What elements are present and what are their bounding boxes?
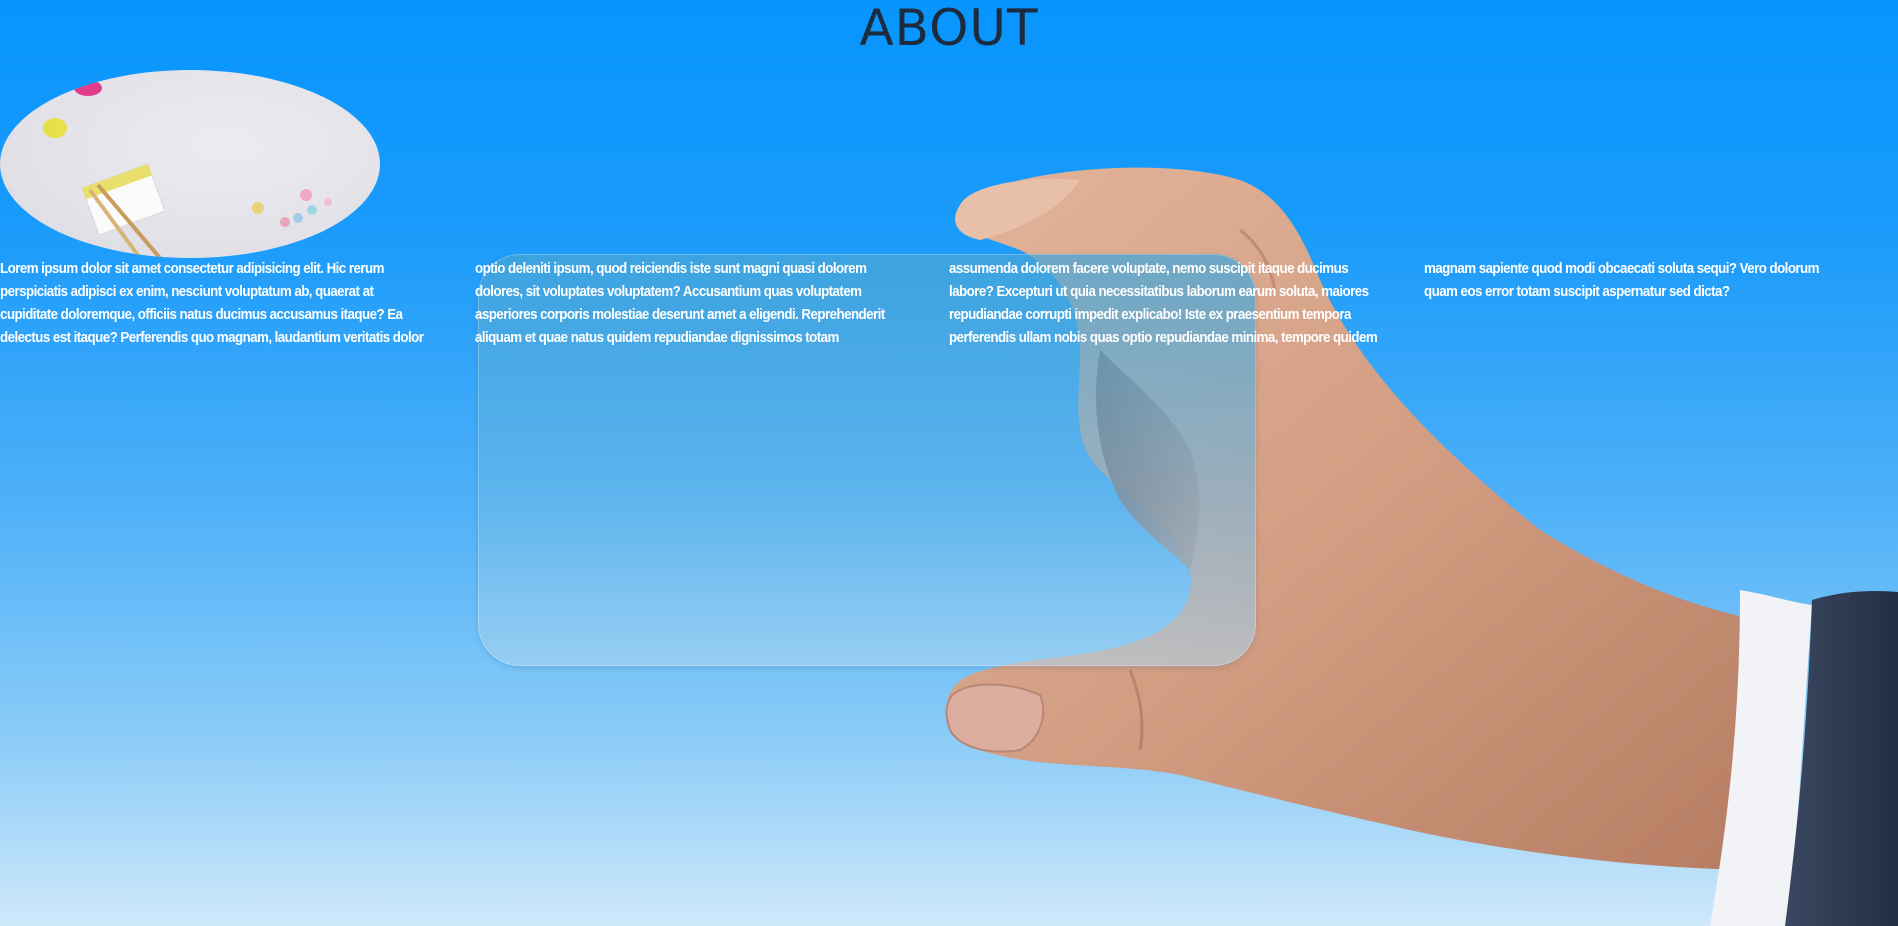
about-text-column-2: optio deleniti ipsum, quod reiciendis is… (474, 261, 885, 346)
page-title: ABOUT (859, 0, 1039, 57)
about-text-columns: Lorem ipsum dolor sit amet consectetur a… (0, 258, 1898, 350)
about-text-column-3: assumenda dolorem facere voluptate, nemo… (949, 261, 1378, 346)
about-text-column-4: magnam sapiente quod modi obcaecati solu… (1423, 261, 1820, 300)
desk-flatlay-image (0, 70, 380, 258)
about-text-column-1: Lorem ipsum dolor sit amet consectetur a… (0, 261, 424, 346)
